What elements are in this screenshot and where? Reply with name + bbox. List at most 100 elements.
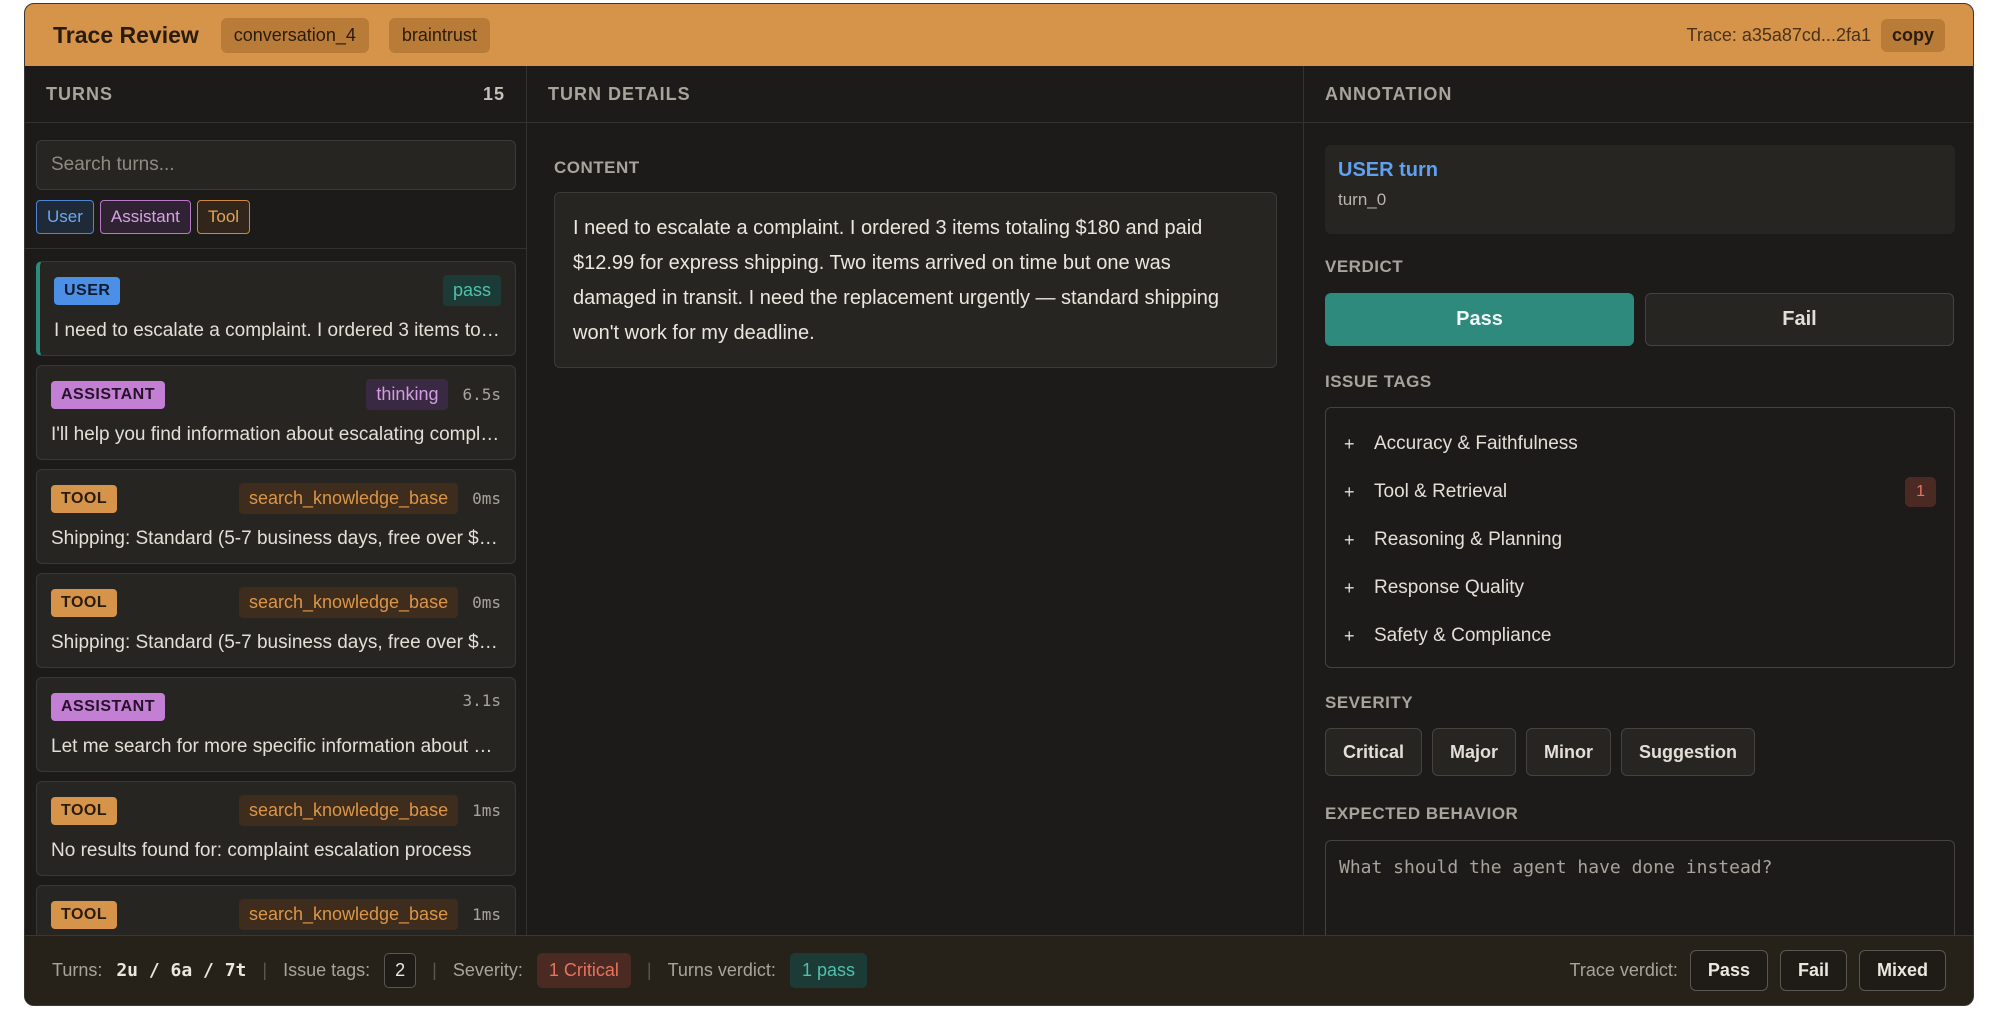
turns-panel-title: TURNS bbox=[46, 83, 113, 104]
turn-preview: No results found for: complaint escalati… bbox=[51, 840, 472, 861]
role-badge: ASSISTANT bbox=[51, 693, 165, 721]
issue-tag-count: 1 bbox=[1905, 477, 1936, 507]
annotation-title: ANNOTATION bbox=[1325, 83, 1453, 104]
search-input[interactable] bbox=[36, 140, 516, 190]
separator: | bbox=[646, 960, 652, 980]
severity-minor-button[interactable]: Minor bbox=[1526, 728, 1612, 776]
trace-mixed-button[interactable]: Mixed bbox=[1858, 950, 1946, 991]
role-filters: User Assistant Tool bbox=[36, 200, 251, 234]
turn-meta: search_knowledge_base 1ms bbox=[238, 899, 501, 930]
turn-details-header: TURN DETAILS bbox=[527, 66, 1303, 123]
tool-name-pill: search_knowledge_base bbox=[238, 899, 459, 930]
plus-icon: + bbox=[1344, 433, 1355, 454]
expected-behavior-label: EXPECTED BEHAVIOR bbox=[1325, 804, 1519, 823]
annotation-header: ANNOTATION bbox=[1304, 66, 1973, 123]
separator: | bbox=[262, 960, 268, 980]
plus-icon: + bbox=[1344, 577, 1355, 598]
plus-icon: + bbox=[1344, 481, 1355, 502]
summary-footer: Turns: 2u / 6a / 7t | Issue tags: 2 | Se… bbox=[25, 935, 1973, 1005]
content-label: CONTENT bbox=[554, 158, 640, 177]
turn-id: turn_0 bbox=[1338, 190, 1387, 209]
severity-critical-button[interactable]: Critical bbox=[1325, 728, 1423, 776]
turns-verdict-label: Turns verdict: bbox=[667, 960, 776, 980]
trace-fail-button[interactable]: Fail bbox=[1779, 950, 1847, 991]
turns-summary-label: Turns: bbox=[52, 960, 103, 980]
turn-item[interactable]: ASSISTANT thinking 6.5s I'll help you fi… bbox=[36, 365, 516, 460]
role-badge: TOOL bbox=[51, 589, 118, 617]
trace-verdict-label: Trace verdict: bbox=[1569, 960, 1678, 980]
turn-duration: 6.5s bbox=[462, 385, 501, 404]
divider bbox=[25, 248, 526, 249]
turn-list: USER pass I need to escalate a complaint… bbox=[36, 261, 516, 989]
turn-type: USER turn bbox=[1338, 159, 1438, 181]
severity-major-button[interactable]: Major bbox=[1432, 728, 1517, 776]
header-bar: Trace Review conversation_4 braintrust T… bbox=[25, 4, 1973, 66]
turn-details-title: TURN DETAILS bbox=[548, 83, 691, 104]
turn-duration: 3.1s bbox=[462, 691, 501, 710]
turn-meta: search_knowledge_base 1ms bbox=[238, 795, 501, 826]
turn-preview: I'll help you find information about esc… bbox=[51, 424, 501, 445]
turn-meta: search_knowledge_base 0ms bbox=[238, 587, 501, 618]
turn-preview: I need to escalate a complaint. I ordere… bbox=[54, 320, 501, 341]
app-title: Trace Review bbox=[53, 21, 199, 48]
pass-pill: pass bbox=[442, 275, 501, 306]
issue-tags-label: ISSUE TAGS bbox=[1325, 372, 1432, 391]
turns-panel-header: TURNS 15 bbox=[25, 66, 526, 123]
turn-preview: Shipping: Standard (5-7 business days, f… bbox=[51, 528, 501, 549]
issue-tags-list: + Accuracy & Faithfulness + Tool & Retri… bbox=[1325, 407, 1955, 668]
role-badge: ASSISTANT bbox=[51, 381, 165, 409]
content-text: I need to escalate a complaint. I ordere… bbox=[554, 192, 1277, 368]
turn-item[interactable]: USER pass I need to escalate a complaint… bbox=[36, 261, 516, 356]
thinking-pill: thinking bbox=[366, 379, 449, 410]
filter-user[interactable]: User bbox=[36, 200, 94, 234]
turn-meta: 3.1s bbox=[462, 691, 501, 710]
trace-pass-button[interactable]: Pass bbox=[1689, 950, 1768, 991]
fail-button[interactable]: Fail bbox=[1645, 293, 1954, 346]
turn-preview: Shipping: Standard (5-7 business days, f… bbox=[51, 632, 501, 653]
issue-tag-item[interactable]: + Reasoning & Planning bbox=[1344, 516, 1936, 564]
role-badge: TOOL bbox=[51, 485, 118, 513]
trace-review-app: Trace Review conversation_4 braintrust T… bbox=[24, 3, 1974, 1006]
severity-suggestion-button[interactable]: Suggestion bbox=[1621, 728, 1756, 776]
severity-label: SEVERITY bbox=[1325, 693, 1414, 712]
role-badge: USER bbox=[54, 277, 121, 305]
turn-item[interactable]: ASSISTANT 3.1s Let me search for more sp… bbox=[36, 677, 516, 772]
issue-tags-summary-label: Issue tags: bbox=[283, 960, 371, 980]
issue-tag-name: Tool & Retrieval bbox=[1374, 481, 1508, 502]
annotation-panel: ANNOTATION USER turn turn_0 VERDICT Pass… bbox=[1304, 66, 1973, 943]
filter-assistant[interactable]: Assistant bbox=[99, 200, 191, 234]
role-badge: TOOL bbox=[51, 901, 118, 929]
role-badge: TOOL bbox=[51, 797, 118, 825]
turns-verdict-badge: 1 pass bbox=[789, 953, 867, 988]
separator: | bbox=[432, 960, 437, 980]
trace-verdict-area: Trace verdict: Pass Fail Mixed bbox=[1570, 950, 1946, 991]
severity-summary-label: Severity: bbox=[452, 960, 523, 980]
turn-item[interactable]: TOOL search_knowledge_base 1ms No result… bbox=[36, 781, 516, 876]
copy-button[interactable]: copy bbox=[1880, 18, 1945, 52]
issue-tag-item[interactable]: + Response Quality bbox=[1344, 564, 1936, 612]
turn-info-card: USER turn turn_0 bbox=[1325, 145, 1955, 234]
expected-behavior-input[interactable] bbox=[1325, 840, 1955, 943]
turn-item[interactable]: TOOL search_knowledge_base 0ms Shipping:… bbox=[36, 469, 516, 564]
pass-button[interactable]: Pass bbox=[1325, 293, 1634, 346]
issue-tag-item[interactable]: + Safety & Compliance bbox=[1344, 612, 1936, 660]
issue-tag-item[interactable]: + Tool & Retrieval 1 bbox=[1344, 468, 1936, 516]
turns-count: 15 bbox=[482, 83, 505, 104]
turn-meta: thinking 6.5s bbox=[366, 379, 501, 410]
turn-meta: pass bbox=[442, 275, 501, 306]
turn-details-panel: TURN DETAILS CONTENT I need to escalate … bbox=[527, 66, 1304, 935]
turn-meta: search_knowledge_base 0ms bbox=[238, 483, 501, 514]
verdict-label: VERDICT bbox=[1325, 257, 1404, 276]
issue-tag-name: Reasoning & Planning bbox=[1374, 529, 1563, 550]
turn-preview: Let me search for more specific informat… bbox=[51, 736, 501, 757]
issue-tag-name: Safety & Compliance bbox=[1374, 625, 1552, 646]
issue-tags-summary-value: 2 bbox=[384, 953, 417, 988]
conversation-badge: conversation_4 bbox=[220, 17, 369, 53]
turn-duration: 1ms bbox=[472, 905, 501, 924]
tool-name-pill: search_knowledge_base bbox=[238, 483, 459, 514]
severity-options: Critical Major Minor Suggestion bbox=[1325, 728, 1756, 776]
issue-tag-item[interactable]: + Accuracy & Faithfulness bbox=[1344, 420, 1936, 468]
filter-tool[interactable]: Tool bbox=[196, 200, 251, 234]
turn-item[interactable]: TOOL search_knowledge_base 0ms Shipping:… bbox=[36, 573, 516, 668]
source-badge: braintrust bbox=[388, 17, 490, 53]
